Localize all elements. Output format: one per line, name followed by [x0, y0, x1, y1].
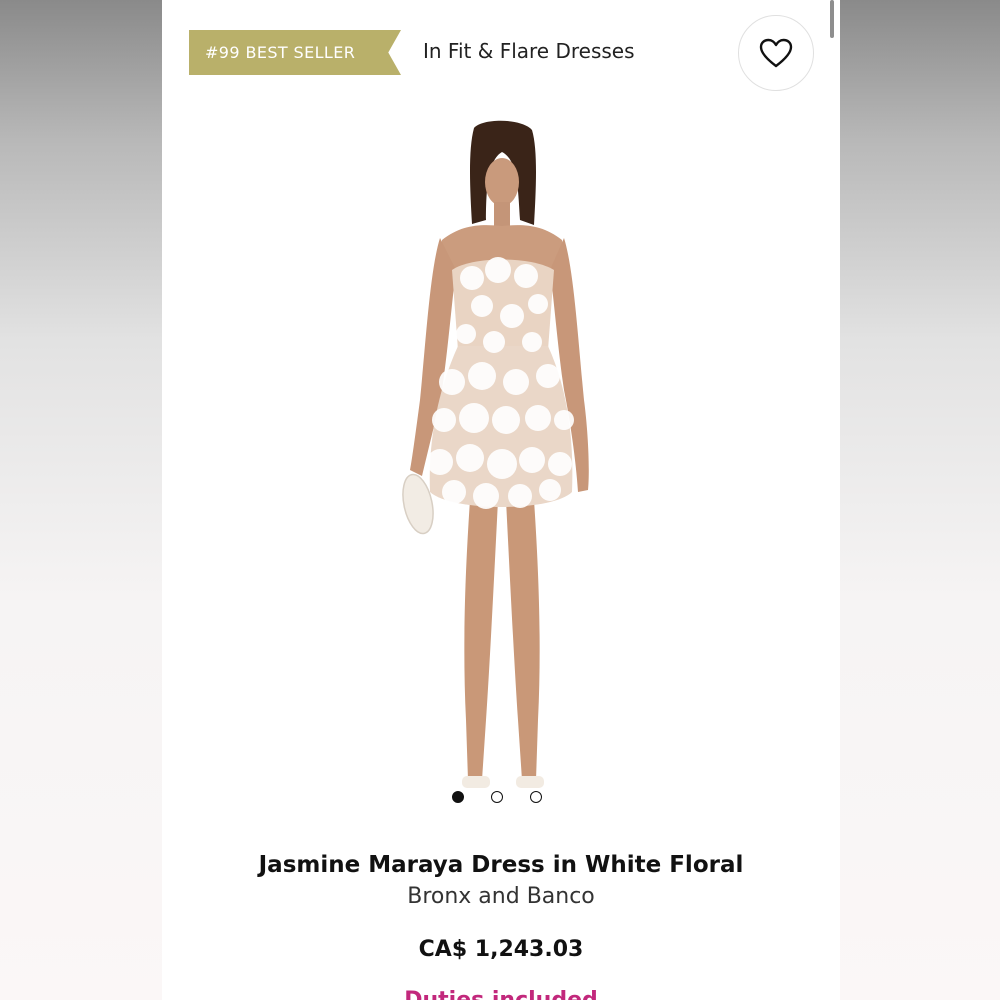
product-price: CA$ 1,243.03 [418, 937, 584, 962]
product-page: #99 BEST SELLER In Fit & Flare Dresses J… [162, 0, 840, 1000]
model-right-leg [506, 500, 540, 780]
backdrop-left [0, 0, 162, 1000]
model-neck [494, 202, 510, 228]
product-brand[interactable]: Bronx and Banco [162, 884, 840, 909]
product-photo[interactable] [382, 120, 622, 810]
gallery-dot-2[interactable] [491, 791, 503, 803]
best-seller-badge: #99 BEST SELLER [189, 30, 401, 75]
gallery-dot-3[interactable] [530, 791, 542, 803]
left-shoe [462, 776, 490, 788]
scroll-indicator[interactable] [830, 0, 834, 38]
model-left-leg [464, 500, 498, 780]
duties-note[interactable]: Duties included [162, 988, 840, 1000]
gallery-dot-1[interactable] [452, 791, 464, 803]
product-title: Jasmine Maraya Dress in White Floral [258, 852, 744, 878]
category-link[interactable]: In Fit & Flare Dresses [423, 39, 635, 63]
backdrop-right [840, 0, 1000, 1000]
best-seller-label: #99 BEST SELLER [205, 43, 356, 62]
wishlist-button[interactable] [738, 15, 814, 91]
gallery-pagination [452, 791, 542, 803]
model-face [485, 158, 519, 206]
heart-icon [759, 38, 793, 68]
right-shoe [516, 776, 544, 788]
